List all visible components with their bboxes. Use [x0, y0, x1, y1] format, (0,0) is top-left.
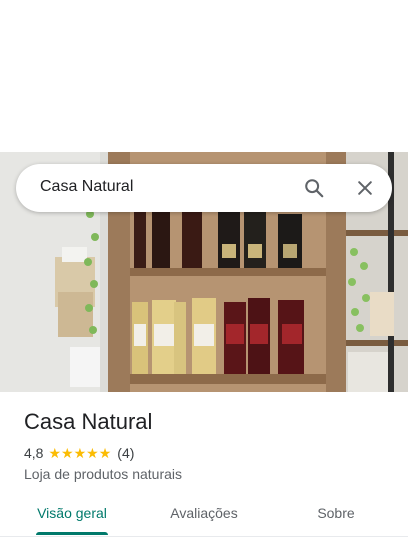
review-count[interactable]: (4): [117, 445, 134, 461]
star-icon: ★: [98, 445, 112, 461]
search-bar[interactable]: Casa Natural: [16, 164, 392, 212]
star-icon: ★: [73, 445, 87, 461]
star-icon: ★: [86, 445, 99, 461]
tab-bar: Visão geral Avaliações Sobre: [0, 496, 408, 537]
search-icon: [305, 179, 324, 198]
tab-overview[interactable]: Visão geral: [24, 496, 120, 532]
rating-stars: ★ ★ ★ ★ ★: [48, 446, 111, 460]
star-icon: ★: [61, 445, 74, 461]
active-tab-indicator: [36, 532, 108, 535]
rating-value: 4,8: [24, 445, 44, 461]
place-category: Loja de produtos naturais: [24, 466, 182, 482]
tab-about[interactable]: Sobre: [300, 496, 372, 532]
close-icon: [358, 181, 372, 195]
rating-row[interactable]: 4,8 ★ ★ ★ ★ ★ (4): [24, 443, 134, 463]
search-input[interactable]: Casa Natural: [40, 164, 133, 212]
blank-top-area: [0, 0, 408, 152]
tab-reviews[interactable]: Avaliações: [150, 496, 258, 532]
close-button[interactable]: [353, 176, 377, 200]
search-button[interactable]: [302, 176, 326, 200]
place-title: Casa Natural: [24, 409, 153, 434]
star-icon: ★: [48, 445, 62, 461]
